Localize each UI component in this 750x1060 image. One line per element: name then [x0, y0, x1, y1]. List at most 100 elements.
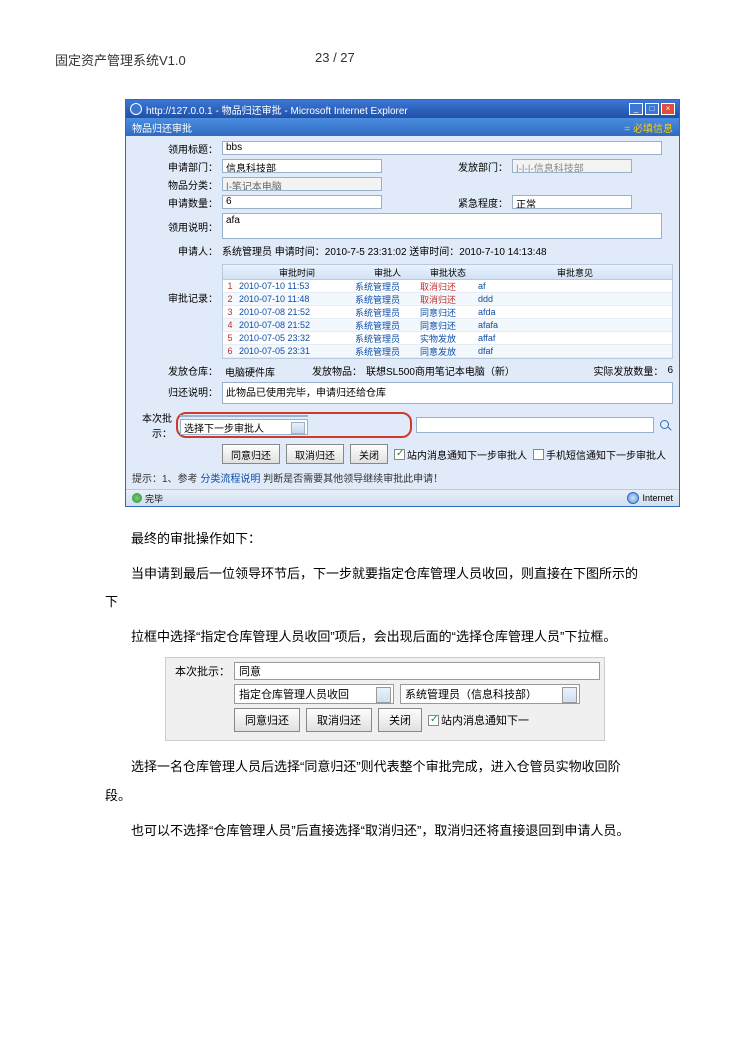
label-title: 领用标题： [132, 141, 222, 156]
cell-opinion: afda [476, 307, 672, 317]
field-dept[interactable]: 信息科技部 [222, 159, 382, 173]
body-text: 最终的审批操作如下： 当申请到最后一位领导环节后，下一步就要指定仓库管理人员收回… [105, 525, 645, 651]
input-this-approval[interactable] [180, 415, 308, 417]
cell-person: 系统管理员 [355, 332, 420, 345]
minimize-button[interactable]: _ [629, 103, 643, 115]
input-approval-long[interactable] [416, 417, 654, 433]
cell-opinion: dfaf [476, 346, 672, 356]
body-text-2: 选择一名仓库管理人员后选择“同意归还”则代表整个审批完成，进入仓管员实物收回阶段… [105, 753, 645, 845]
hint-row: 提示：1、参考 分类流程说明 判断是否需要其他领导继续审批此申请！ [126, 468, 679, 489]
field-urgency[interactable]: 正常 [512, 195, 632, 209]
agree-return-button[interactable]: 同意归还 [222, 444, 280, 464]
para-1: 最终的审批操作如下： [105, 525, 645, 554]
screenshot-ie-window: http://127.0.0.1 - 物品归还审批 - Microsoft In… [125, 99, 680, 507]
cell-n: 1 [223, 281, 237, 291]
cell-n: 4 [223, 320, 237, 330]
label-urgency: 紧急程度： [382, 195, 512, 210]
search-icon[interactable] [658, 418, 673, 433]
page-header: 固定资产管理系统V1.0 23 / 27 [55, 50, 695, 69]
val-goods: 联想SL500商用笔记本电脑（新） [366, 363, 515, 378]
cell-time: 2010-07-08 21:52 [237, 307, 355, 317]
close-button[interactable]: × [661, 103, 675, 115]
window-title: http://127.0.0.1 - 物品归还审批 - Microsoft In… [146, 102, 629, 117]
table-row: 42010-07-08 21:52系统管理员同意归还afafa [223, 319, 672, 332]
s2-combo-warehouse-text: 指定仓库管理人员收回 [239, 686, 349, 702]
s2-combo-person-text: 系统管理员（信息科技部） [405, 686, 537, 702]
label-goods: 发放物品： [302, 363, 366, 378]
cell-person: 系统管理员 [355, 345, 420, 358]
panel-title: 物品归还审批 [132, 120, 192, 135]
hint-prefix: 提示：1、参考 [132, 474, 200, 485]
hint-link[interactable]: 分类流程说明 [200, 474, 260, 485]
combo-next-approver[interactable]: 选择下一步审批人 [180, 419, 308, 435]
combo-next-approver-text: 选择下一步审批人 [184, 420, 264, 435]
table-row: 62010-07-05 23:31系统管理员同意发放dfaf [223, 345, 672, 358]
return-note: 归还说明： 此物品已使用完毕，申请归还给仓库 [126, 380, 679, 406]
label-dept: 申请部门： [132, 159, 222, 174]
cell-status: 实物发放 [420, 332, 476, 345]
cell-n: 3 [223, 307, 237, 317]
status-internet: Internet [642, 493, 673, 503]
cell-n: 6 [223, 346, 237, 356]
cell-person: 系统管理员 [355, 319, 420, 332]
applicant-line: 系统管理员 申请时间：2010-7-5 23:31:02 送审时间：2010-7… [222, 243, 547, 258]
cell-status: 取消归还 [420, 293, 476, 306]
para-4: 选择一名仓库管理人员后选择“同意归还”则代表整个审批完成，进入仓管员实物收回阶段… [105, 753, 645, 810]
table-row: 22010-07-10 11:48系统管理员取消归还ddd [223, 293, 672, 306]
cell-person: 系统管理员 [355, 280, 420, 293]
cancel-return-button[interactable]: 取消归还 [286, 444, 344, 464]
notify-sms-checkbox[interactable]: 手机短信通知下一步审批人 [533, 447, 666, 462]
field-return-note[interactable]: 此物品已使用完毕，申请归还给仓库 [222, 382, 673, 404]
page-number: 23 / 27 [315, 50, 465, 69]
required-legend: = 必填信息 [624, 120, 673, 135]
s2-input[interactable]: 同意 [234, 662, 600, 680]
maximize-button[interactable]: □ [645, 103, 659, 115]
val-actual-qty: 6 [667, 365, 673, 376]
checkbox-icon [428, 715, 439, 726]
cell-person: 系统管理员 [355, 306, 420, 319]
label-applicant: 申请人： [132, 243, 222, 258]
approval-records: 审批记录： 审批时间 审批人 审批状态 审批意见 12010-07-10 11:… [126, 262, 679, 361]
label-issue-dept: 发放部门： [382, 159, 512, 174]
s2-close-button[interactable]: 关闭 [378, 708, 422, 732]
notify-sms-label: 手机短信通知下一步审批人 [546, 447, 666, 462]
s2-notify-label: 站内消息通知下一 [441, 712, 529, 728]
checkbox-icon [394, 449, 405, 460]
table-head: 审批时间 审批人 审批状态 审批意见 [223, 265, 672, 280]
table-row: 52010-07-05 23:32系统管理员实物发放affaf [223, 332, 672, 345]
cell-time: 2010-07-05 23:32 [237, 333, 355, 343]
form-area: 领用标题： bbs 申请部门： 信息科技部 发放部门： |-|-|-信息科技部 … [126, 136, 679, 262]
label-category: 物品分类： [132, 177, 222, 192]
titlebar: http://127.0.0.1 - 物品归还审批 - Microsoft In… [126, 100, 679, 118]
chevron-down-icon [382, 693, 388, 698]
s2-notify-checkbox[interactable]: 站内消息通知下一 [428, 712, 529, 728]
field-issue-dept: |-|-|-信息科技部 [512, 159, 632, 173]
label-actual-qty: 实际发放数量： [589, 363, 667, 378]
cell-person: 系统管理员 [355, 293, 420, 306]
s2-agree-button[interactable]: 同意归还 [234, 708, 300, 732]
field-note[interactable]: afa [222, 213, 662, 239]
field-category: |-笔记本电脑 [222, 177, 382, 191]
cell-status: 取消归还 [420, 280, 476, 293]
cell-status: 同意归还 [420, 306, 476, 319]
para-3: 拉框中选择“指定仓库管理人员收回”项后，会出现后面的“选择仓库管理人员”下拉框。 [105, 623, 645, 652]
cell-time: 2010-07-08 21:52 [237, 320, 355, 330]
notify-site-checkbox[interactable]: 站内消息通知下一步审批人 [394, 447, 527, 462]
cell-status: 同意归还 [420, 319, 476, 332]
s2-combo-person[interactable]: 系统管理员（信息科技部） [400, 684, 580, 704]
label-note: 领用说明： [132, 219, 222, 234]
label-qty: 申请数量： [132, 195, 222, 210]
field-title[interactable]: bbs [222, 141, 662, 155]
s2-cancel-button[interactable]: 取消归还 [306, 708, 372, 732]
close-dialog-button[interactable]: 关闭 [350, 444, 388, 464]
field-qty[interactable]: 6 [222, 195, 382, 209]
col-person: 审批人 [355, 266, 420, 279]
chevron-down-icon [296, 425, 302, 429]
val-warehouse: 电脑硬件库 [222, 364, 302, 378]
table-row: 32010-07-08 21:52系统管理员同意归还afda [223, 306, 672, 319]
ie-icon [130, 103, 142, 115]
s2-combo-warehouse[interactable]: 指定仓库管理人员收回 [234, 684, 394, 704]
label-this-approval: 本次批示： [132, 410, 172, 440]
button-row: 同意归还 取消归还 关闭 站内消息通知下一步审批人 手机短信通知下一步审批人 [126, 442, 679, 468]
approval-table: 审批时间 审批人 审批状态 审批意见 12010-07-10 11:53系统管理… [222, 264, 673, 359]
